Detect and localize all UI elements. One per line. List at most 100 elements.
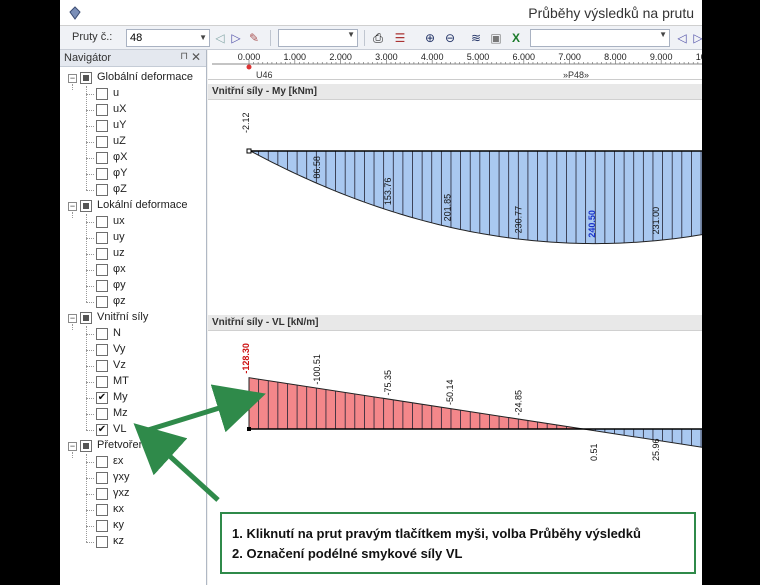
- selection-select[interactable]: ▼: [530, 29, 670, 47]
- item-checkbox[interactable]: [96, 504, 108, 516]
- item-checkbox[interactable]: [96, 536, 108, 548]
- group-label: Přetvoření: [97, 439, 148, 451]
- collapse-toggle[interactable]: −: [68, 202, 77, 211]
- item-checkbox[interactable]: [96, 520, 108, 532]
- start-node: [247, 427, 251, 431]
- tree-connector: [86, 270, 94, 271]
- start-node: [246, 148, 252, 154]
- tree-connector: [86, 174, 94, 175]
- item-checkbox[interactable]: [96, 264, 108, 276]
- group-checkbox[interactable]: [80, 440, 92, 452]
- item-checkbox[interactable]: [96, 232, 108, 244]
- value-label: 231.00: [651, 207, 661, 235]
- item-label: Vz: [113, 359, 126, 371]
- item-checkbox[interactable]: [96, 328, 108, 340]
- item-label: φy: [113, 279, 126, 291]
- item-checkbox[interactable]: [96, 376, 108, 388]
- chevron-down-icon: ▼: [199, 33, 207, 42]
- item-checkbox[interactable]: [96, 472, 108, 484]
- item-checkbox[interactable]: [96, 216, 108, 228]
- tree-connector: [86, 286, 94, 287]
- tree-connector: [86, 526, 94, 527]
- toolbar: Pruty č.: 48 ▼ ◁ ▷ ✎ ▼ ⎙ ☰ ⊕ ⊖ ≋ ▣ X ▼ ◁…: [60, 26, 702, 50]
- vl-diagram: -128.30 -100.51 -75.35 -50.14 -24.85 0.51 25.9…: [241, 343, 702, 461]
- collapse-toggle[interactable]: −: [68, 442, 77, 451]
- group-label: Lokální deformace: [97, 199, 188, 211]
- tree-connector: [86, 478, 94, 479]
- next-member-icon[interactable]: ▷: [228, 30, 244, 46]
- tree-connector: [86, 142, 94, 143]
- item-label: uz: [113, 247, 125, 259]
- close-icon[interactable]: ✕: [191, 50, 201, 64]
- filter-icon[interactable]: ≋: [468, 30, 484, 46]
- item-label: φz: [113, 295, 126, 307]
- value-label: 86.58: [312, 156, 322, 179]
- result-values-icon[interactable]: ☰: [392, 30, 408, 46]
- tree-connector: [86, 350, 94, 351]
- item-checkbox[interactable]: [96, 408, 108, 420]
- previous-icon[interactable]: ◁: [674, 30, 690, 46]
- item-label: ux: [113, 215, 125, 227]
- tree-connector: [72, 324, 73, 330]
- item-checkbox[interactable]: ✔: [96, 392, 108, 404]
- item-checkbox[interactable]: [96, 360, 108, 372]
- group-label: Vnitřní síly: [97, 311, 149, 323]
- item-checkbox[interactable]: [96, 248, 108, 260]
- item-checkbox[interactable]: [96, 136, 108, 148]
- group-checkbox[interactable]: [80, 72, 92, 84]
- members-select-value: 48: [130, 32, 143, 44]
- tree-connector: [86, 494, 94, 495]
- tree-connector: [86, 158, 94, 159]
- group-checkbox[interactable]: [80, 312, 92, 324]
- vl-panel-title: Vnitřní síly - VL [kN/m]: [212, 317, 319, 328]
- item-checkbox[interactable]: [96, 184, 108, 196]
- tree-connector: [86, 398, 94, 399]
- tree-connector: [86, 430, 94, 431]
- callout-line-2: 2. Označení podélné smykové síly VL: [232, 546, 463, 561]
- item-checkbox[interactable]: [96, 280, 108, 292]
- item-checkbox[interactable]: [96, 152, 108, 164]
- collapse-toggle[interactable]: −: [68, 314, 77, 323]
- title-bar: Průběhy výsledků na prutu: [60, 0, 702, 26]
- item-checkbox[interactable]: [96, 120, 108, 132]
- item-checkbox[interactable]: [96, 168, 108, 180]
- save-icon[interactable]: ▣: [488, 30, 504, 46]
- group-label: Globální deformace: [97, 71, 193, 83]
- item-label: φZ: [113, 183, 127, 195]
- toolbar-separator: [270, 30, 271, 46]
- window-title: Průběhy výsledků na prutu: [528, 5, 694, 21]
- view-select[interactable]: ▼: [278, 29, 358, 47]
- value-label: 153.76: [383, 178, 393, 206]
- item-label: uy: [113, 231, 125, 243]
- item-checkbox[interactable]: [96, 296, 108, 308]
- item-label: φY: [113, 167, 128, 179]
- item-checkbox[interactable]: [96, 88, 108, 100]
- item-checkbox[interactable]: [96, 488, 108, 500]
- item-checkbox[interactable]: [96, 104, 108, 116]
- print-icon[interactable]: ⎙: [370, 30, 386, 46]
- item-label: εx: [113, 455, 124, 467]
- excel-export-icon[interactable]: X: [508, 30, 524, 46]
- navigator-header: Navigátor ⊓ ✕: [60, 50, 206, 67]
- tree-connector: [86, 190, 94, 191]
- tree-connector: [86, 382, 94, 383]
- value-label: -75.35: [383, 370, 393, 396]
- item-label: γxy: [113, 471, 130, 483]
- pick-member-icon[interactable]: ✎: [246, 30, 262, 46]
- zoom-out-icon[interactable]: ⊖: [442, 30, 458, 46]
- group-checkbox[interactable]: [80, 200, 92, 212]
- collapse-toggle[interactable]: −: [68, 74, 77, 83]
- item-checkbox[interactable]: ✔: [96, 424, 108, 436]
- zoom-in-icon[interactable]: ⊕: [422, 30, 438, 46]
- previous-member-icon[interactable]: ◁: [212, 30, 228, 46]
- navigator-panel: Navigátor ⊓ ✕ − Globální deformace u uX uY uZ…: [60, 50, 207, 585]
- item-checkbox[interactable]: [96, 344, 108, 356]
- next-icon[interactable]: ▷: [690, 30, 702, 46]
- item-label: γxz: [113, 487, 130, 499]
- members-select[interactable]: 48 ▼: [126, 29, 210, 47]
- value-label: 240.50: [587, 210, 597, 238]
- tree-connector: [86, 542, 94, 543]
- item-label: κz: [113, 535, 124, 547]
- pin-icon[interactable]: ⊓: [180, 51, 188, 62]
- item-checkbox[interactable]: [96, 456, 108, 468]
